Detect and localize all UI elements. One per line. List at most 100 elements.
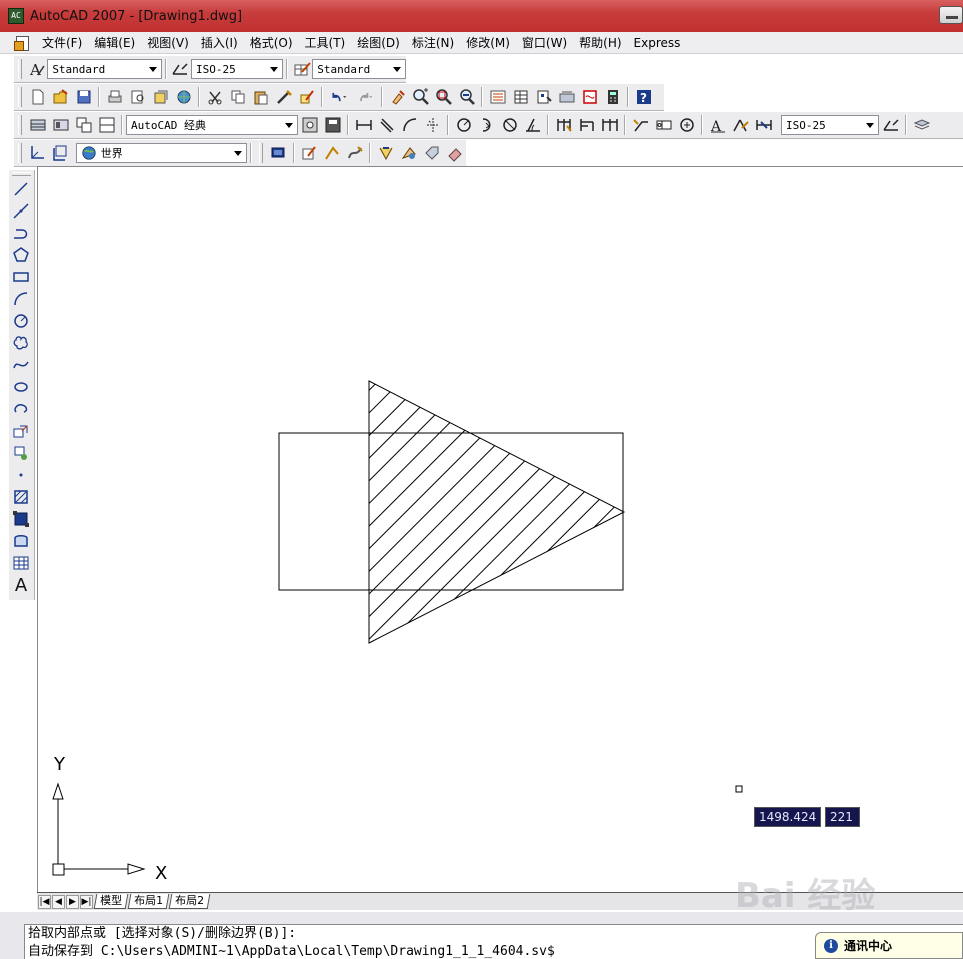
tab-model[interactable]: 模型: [93, 894, 129, 909]
multiline-text-icon[interactable]: A: [9, 574, 33, 596]
autocad-app-icon[interactable]: AC: [8, 8, 24, 24]
previous-tab-button[interactable]: ◀: [52, 894, 65, 909]
drawing-area[interactable]: Y X: [37, 166, 963, 892]
center-mark-icon[interactable]: [675, 114, 698, 136]
workspace-select[interactable]: AutoCAD 经典: [126, 115, 298, 135]
line-icon[interactable]: [9, 178, 33, 200]
first-tab-button[interactable]: |◀: [38, 894, 51, 909]
copy-icon[interactable]: [226, 86, 249, 108]
ucs-previous-icon[interactable]: [49, 142, 72, 164]
menu-file[interactable]: 文件(F): [36, 34, 88, 51]
arc-icon[interactable]: [9, 288, 33, 310]
chevron-down-icon[interactable]: [389, 60, 405, 78]
menu-dimension[interactable]: 标注(N): [406, 34, 460, 51]
object-color-icon[interactable]: [397, 142, 420, 164]
toolbar-grip[interactable]: [12, 172, 31, 176]
chevron-down-icon[interactable]: [266, 60, 282, 78]
plot-preview-icon[interactable]: [126, 86, 149, 108]
tolerance-icon[interactable]: [652, 114, 675, 136]
menu-window[interactable]: 窗口(W): [516, 34, 573, 51]
ordinate-dimension-icon[interactable]: [421, 114, 444, 136]
chevron-down-icon[interactable]: [281, 116, 297, 134]
polyline-icon[interactable]: [9, 222, 33, 244]
layers-icon[interactable]: [26, 114, 49, 136]
table-icon[interactable]: [9, 552, 33, 574]
dimension-update-icon[interactable]: [752, 114, 775, 136]
next-tab-button[interactable]: ▶: [66, 894, 79, 909]
menu-express[interactable]: Express: [628, 36, 687, 50]
save-workspace-icon[interactable]: [321, 114, 344, 136]
print-icon[interactable]: [103, 86, 126, 108]
cut-icon[interactable]: [203, 86, 226, 108]
chevron-down-icon[interactable]: [230, 144, 246, 162]
toolbar-grip[interactable]: [258, 143, 263, 163]
dimension-style-select[interactable]: ISO-25: [781, 115, 879, 135]
ellipse-arc-icon[interactable]: [9, 398, 33, 420]
chevron-down-icon[interactable]: [862, 116, 878, 134]
text-style-icon[interactable]: A: [26, 58, 47, 80]
publish-icon[interactable]: [149, 86, 172, 108]
dim-style-icon[interactable]: [170, 58, 191, 80]
menu-modify[interactable]: 修改(M): [460, 34, 516, 51]
layer-manager-icon[interactable]: [910, 114, 933, 136]
point-icon[interactable]: [9, 464, 33, 486]
minimize-button[interactable]: [939, 6, 963, 24]
calculator-icon[interactable]: [601, 86, 624, 108]
insert-block-icon[interactable]: [9, 420, 33, 442]
angular-dimension-icon[interactable]: [521, 114, 544, 136]
jogged-dimension-icon[interactable]: [475, 114, 498, 136]
match-properties-icon[interactable]: [272, 86, 295, 108]
color-control-icon[interactable]: [298, 142, 321, 164]
publish-web-icon[interactable]: [172, 86, 195, 108]
last-tab-button[interactable]: ▶|: [80, 894, 93, 909]
menu-edit[interactable]: 编辑(E): [88, 34, 141, 51]
lineweight-control-icon[interactable]: [344, 142, 367, 164]
toolbar-grip[interactable]: [18, 87, 22, 107]
toolbar-grip[interactable]: [18, 143, 22, 163]
open-icon[interactable]: [49, 86, 72, 108]
make-block-icon[interactable]: [9, 442, 33, 464]
zoom-window-icon[interactable]: [432, 86, 455, 108]
document-icon[interactable]: [14, 35, 30, 51]
construction-line-icon[interactable]: [9, 200, 33, 222]
tab-layout2[interactable]: 布局2: [168, 894, 211, 909]
dimension-style-icon[interactable]: [879, 114, 902, 136]
tag-icon[interactable]: [420, 142, 443, 164]
help-icon[interactable]: ?: [632, 86, 655, 108]
table-style-icon[interactable]: [291, 58, 312, 80]
circle-icon[interactable]: [9, 310, 33, 332]
markup-icon[interactable]: [578, 86, 601, 108]
ellipse-icon[interactable]: [9, 376, 33, 398]
menu-help[interactable]: 帮助(H): [573, 34, 627, 51]
polygon-icon[interactable]: [9, 244, 33, 266]
pan-icon[interactable]: [386, 86, 409, 108]
block-editor-icon[interactable]: [295, 86, 318, 108]
ucs-icon[interactable]: [26, 142, 49, 164]
menu-format[interactable]: 格式(O): [244, 34, 299, 51]
spline-icon[interactable]: [9, 354, 33, 376]
eraser-icon[interactable]: [443, 142, 466, 164]
redo-icon[interactable]: [352, 86, 378, 108]
coordinate-y-input[interactable]: 221: [825, 807, 860, 827]
quick-leader-icon[interactable]: [629, 114, 652, 136]
hatch-icon[interactable]: [9, 486, 33, 508]
menu-draw[interactable]: 绘图(D): [351, 34, 406, 51]
quick-dimension-icon[interactable]: [552, 114, 575, 136]
toolbar-grip[interactable]: [18, 59, 22, 79]
table-style-select[interactable]: Standard: [312, 59, 406, 79]
toolbar-grip[interactable]: [18, 115, 22, 135]
dim-style-select[interactable]: ISO-25: [190, 59, 283, 79]
menu-insert[interactable]: 插入(I): [195, 34, 244, 51]
properties-icon[interactable]: [486, 86, 509, 108]
arc-length-icon[interactable]: [398, 114, 421, 136]
plot-style-icon[interactable]: [374, 142, 397, 164]
revision-cloud-icon[interactable]: [9, 332, 33, 354]
text-style-select[interactable]: Standard: [47, 59, 162, 79]
baseline-dimension-icon[interactable]: [575, 114, 598, 136]
diameter-dimension-icon[interactable]: [498, 114, 521, 136]
coordinate-x-input[interactable]: 1498.424: [754, 807, 822, 827]
new-icon[interactable]: [26, 86, 49, 108]
ucs-select[interactable]: 世界: [75, 143, 247, 163]
design-center-icon[interactable]: [509, 86, 532, 108]
menu-view[interactable]: 视图(V): [141, 34, 195, 51]
